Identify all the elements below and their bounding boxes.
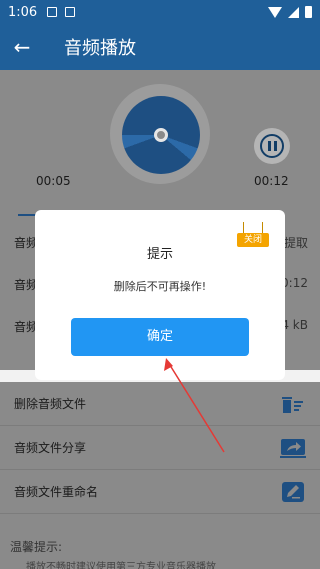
share-audio-action[interactable]: 音频文件分享 — [0, 426, 320, 470]
confirm-button[interactable]: 确定 — [71, 318, 249, 356]
dialog-title: 提示 — [146, 247, 173, 262]
share-icon — [280, 438, 306, 458]
info-value: 提取 — [283, 236, 308, 250]
rename-audio-action[interactable]: 音频文件重命名 — [0, 470, 320, 514]
action-label: 音频文件重命名 — [14, 485, 99, 499]
current-time: 00:05 — [36, 174, 71, 188]
action-label: 删除音频文件 — [14, 397, 87, 411]
info-value: 0:12 — [281, 276, 308, 290]
gallery-notification-icon — [65, 7, 76, 17]
status-bar: 1:06 — [0, 0, 320, 24]
audio-player: 00:05 00:12 — [0, 70, 320, 200]
dialog-message: 删除后不可再操作! — [113, 280, 207, 293]
total-time: 00:12 — [254, 174, 289, 188]
info-value: 4 kB — [281, 318, 308, 332]
back-arrow-icon[interactable]: ← — [0, 24, 44, 70]
delete-list-icon — [282, 396, 303, 413]
pause-icon — [260, 134, 284, 158]
tips-text: 播放不畅时建议使用第三方专业音乐器播放 — [26, 562, 216, 569]
tips-title: 温馨提示: — [10, 540, 63, 554]
tips-section: 温馨提示: 播放不畅时建议使用第三方专业音乐器播放 — [0, 514, 320, 569]
page-title: 音频播放 — [64, 38, 136, 59]
edit-icon — [282, 481, 304, 502]
delete-audio-action[interactable]: 删除音频文件 — [0, 382, 320, 426]
confirm-dialog: 关闭 提示 删除后不可再操作! 确定 — [35, 210, 285, 380]
action-list: 删除音频文件 音频文件分享 音频文件重命名 — [0, 382, 320, 514]
wifi-icon — [268, 6, 282, 18]
pause-button[interactable] — [254, 128, 290, 164]
action-label: 音频文件分享 — [14, 441, 87, 455]
signal-icon — [288, 6, 299, 18]
status-time: 1:06 — [8, 4, 38, 20]
image-notification-icon — [47, 7, 58, 17]
app-bar: ← 音频播放 — [0, 24, 320, 70]
disc-center — [154, 128, 168, 142]
battery-icon — [305, 6, 312, 18]
